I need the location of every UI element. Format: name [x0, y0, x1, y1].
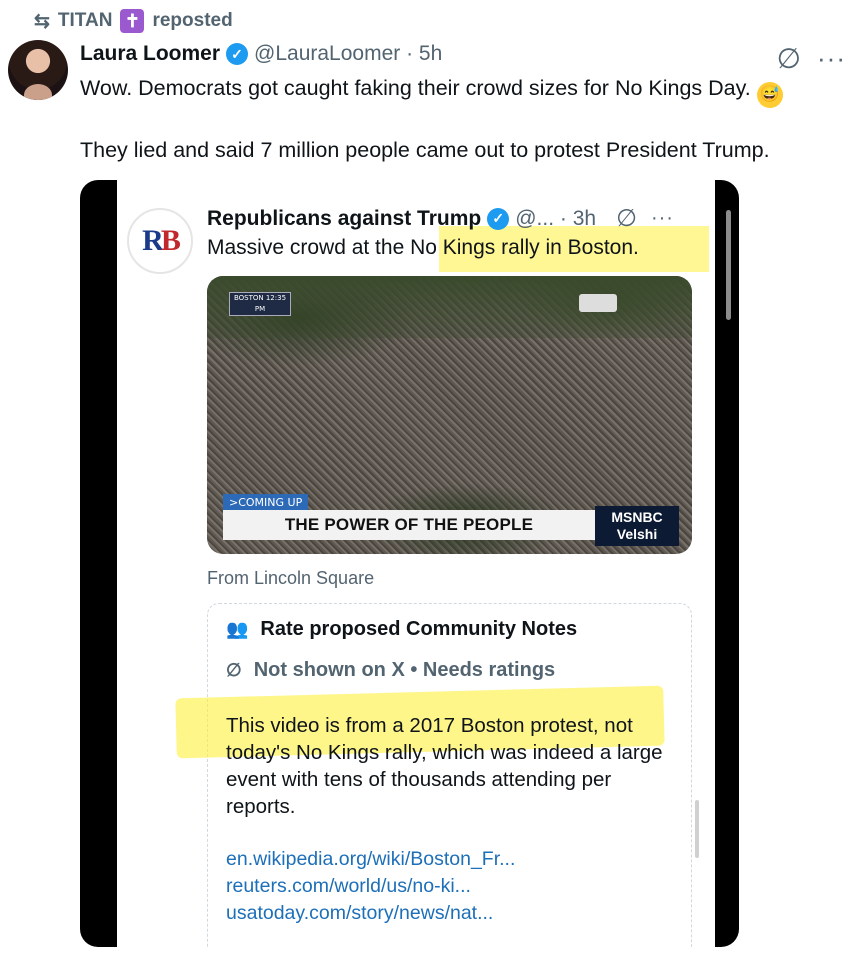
tweet-text: Wow. Democrats got caught faking their c… — [80, 74, 840, 165]
rb-logo: RB — [142, 224, 181, 257]
embedded-text: Massive crowd at the No Kings rally in B… — [207, 236, 639, 259]
repost-context[interactable]: ⇆ TITAN ✝ reposted — [34, 8, 233, 34]
verified-badge-icon[interactable]: ✓ — [226, 43, 249, 65]
location-tag: BOSTON 12:35 PM — [229, 292, 291, 316]
author-handle-time[interactable]: @LauraLoomer · 5h — [254, 42, 442, 66]
tweet-actions: ∅ ··· — [777, 42, 846, 75]
community-note-links: en.wikipedia.org/wiki/Boston_Fr... reute… — [226, 846, 515, 927]
tweet-header: Laura Loomer ✓ @LauraLoomer · 5h — [80, 42, 442, 66]
embedded-author-name: Republicans against Trump — [207, 206, 482, 230]
video-caption: From Lincoln Square — [207, 568, 375, 588]
scrollbar — [695, 800, 699, 858]
repost-icon: ⇆ — [34, 10, 50, 32]
tweet-line-2: They lied and said 7 million people came… — [80, 137, 770, 162]
tweet-line-1: Wow. Democrats got caught faking their c… — [80, 76, 751, 100]
crowd-video: BOSTON 12:35 PM >COMING UP THE POWER OF … — [207, 276, 692, 554]
community-note-body: This video is from a 2017 Boston protest… — [226, 714, 663, 818]
scrollbar — [726, 210, 731, 320]
author-name[interactable]: Laura Loomer — [80, 42, 220, 66]
source-link: usatoday.com/story/news/nat... — [226, 902, 494, 924]
media-screenshot[interactable]: RB Republicans against Trump ✓ @... · 3h… — [80, 180, 739, 947]
lower-third-banner: THE POWER OF THE PEOPLE — [223, 510, 595, 540]
tent-shape — [579, 294, 617, 312]
coming-up-label: >COMING UP — [223, 494, 309, 511]
source-link: en.wikipedia.org/wiki/Boston_Fr... — [226, 848, 516, 870]
embedded-grok-icon: ∅ — [616, 205, 637, 232]
embedded-more-icon: ··· — [650, 207, 674, 229]
embedded-header: Republicans against Trump ✓ @... · 3h ∅ … — [207, 204, 674, 233]
more-options-icon[interactable]: ··· — [817, 43, 846, 74]
people-icon: 👥 — [226, 619, 249, 639]
grinning-sweat-emoji-icon: 😅 — [756, 81, 783, 108]
reposter-name[interactable]: TITAN — [58, 10, 113, 32]
community-notes-panel: 👥 Rate proposed Community Notes ∅ Not sh… — [175, 603, 699, 947]
source-link: reuters.com/world/us/no-ki... — [226, 875, 471, 897]
repost-label: reposted — [152, 10, 233, 31]
embedded-handle-time: @... · 3h — [515, 206, 597, 230]
community-notes-status: Not shown on X • Needs ratings — [253, 659, 556, 681]
hidden-eye-icon: ∅ — [226, 660, 242, 680]
grok-icon[interactable]: ∅ — [777, 42, 801, 75]
community-notes-heading-row: 👥 Rate proposed Community Notes — [226, 618, 577, 641]
community-notes-status-row: ∅ Not shown on X • Needs ratings — [226, 659, 555, 682]
embedded-verified-icon: ✓ — [487, 207, 510, 230]
cross-icon: ✝ — [120, 9, 145, 33]
avatar[interactable] — [8, 40, 68, 100]
community-notes-heading: Rate proposed Community Notes — [260, 618, 578, 640]
embedded-avatar: RB — [127, 208, 193, 274]
network-logo: MSNBC Velshi — [595, 506, 679, 546]
embedded-screenshot: RB Republicans against Trump ✓ @... · 3h… — [117, 180, 715, 947]
